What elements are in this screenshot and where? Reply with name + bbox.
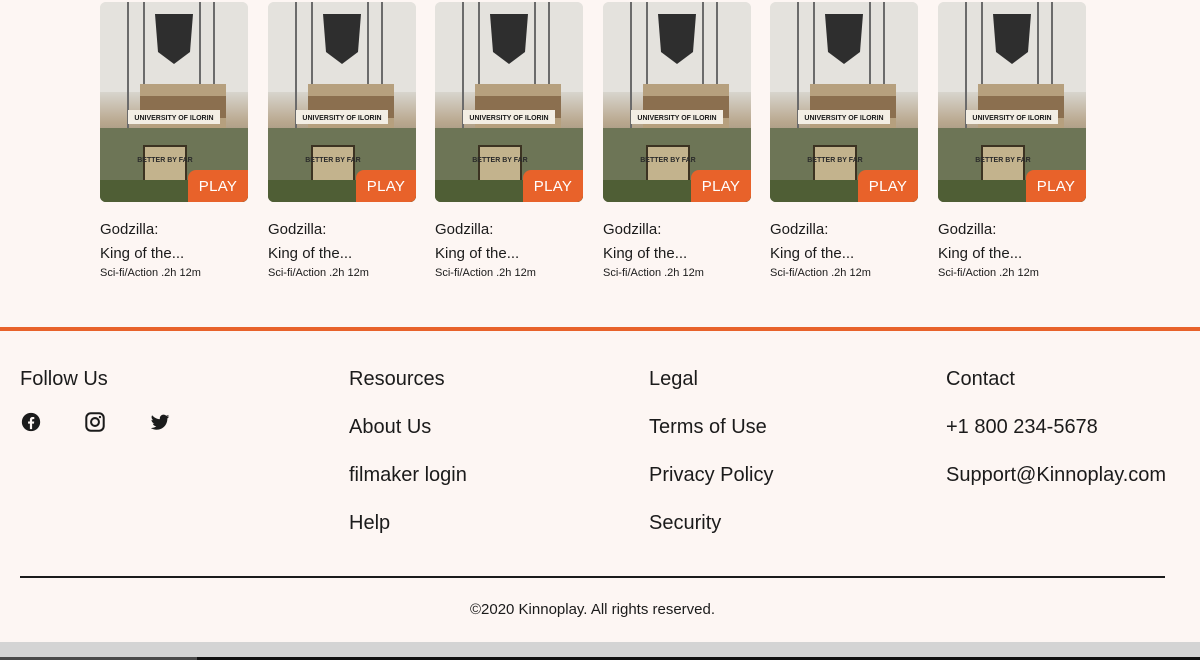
contact-heading: Contact [946,368,1015,390]
contact-column: Contact +1 800 234-5678 Support@Kinnopla… [946,367,1166,511]
resources-column: Resources About Us filmaker login Help [349,367,467,559]
movie-card[interactable]: UNIVERSITY OF ILORIN BETTER BY FAR PLAY … [603,2,751,279]
movie-title-line1: Godzilla: [268,221,327,238]
follow-us-heading: Follow Us [20,368,108,390]
movie-card[interactable]: UNIVERSITY OF ILORIN BETTER BY FAR PLAY … [770,2,918,279]
movie-card[interactable]: UNIVERSITY OF ILORIN BETTER BY FAR PLAY … [938,2,1086,279]
footer-bottom-divider [20,576,1165,578]
movie-title-line2: King of the... [770,245,855,262]
resources-heading: Resources [349,368,445,390]
movie-title-line2: King of the... [435,245,520,262]
movie-title[interactable]: Godzilla: King of the... [435,218,583,266]
svg-text:UNIVERSITY OF ILORIN: UNIVERSITY OF ILORIN [972,115,1051,122]
movie-title-line1: Godzilla: [938,221,997,238]
svg-text:BETTER BY FAR: BETTER BY FAR [472,157,528,164]
movie-poster[interactable]: UNIVERSITY OF ILORIN BETTER BY FAR PLAY [268,2,416,202]
play-button[interactable]: PLAY [523,170,583,202]
movie-title-line1: Godzilla: [100,221,159,238]
movie-meta: Sci-fi/Action .2h 12m [603,267,704,279]
instagram-icon[interactable] [84,411,106,433]
play-button[interactable]: PLAY [858,170,918,202]
movie-title-line2: King of the... [938,245,1023,262]
play-button[interactable]: PLAY [1026,170,1086,202]
email-link[interactable]: Support@Kinnoplay.com [946,463,1166,487]
movie-title-line1: Godzilla: [770,221,829,238]
movie-title-line1: Godzilla: [435,221,494,238]
movie-title-line2: King of the... [268,245,353,262]
movie-poster[interactable]: UNIVERSITY OF ILORIN BETTER BY FAR PLAY [603,2,751,202]
movie-row: UNIVERSITY OF ILORIN BETTER BY FAR PLAY … [0,0,1200,330]
facebook-icon[interactable] [20,411,42,433]
movie-title-line2: King of the... [100,245,185,262]
movie-title[interactable]: Godzilla: King of the... [268,218,416,266]
movie-meta: Sci-fi/Action .2h 12m [268,267,369,279]
footer-top-divider [0,327,1200,331]
movie-meta: Sci-fi/Action .2h 12m [938,267,1039,279]
play-button[interactable]: PLAY [356,170,416,202]
movie-meta: Sci-fi/Action .2h 12m [435,267,536,279]
help-link[interactable]: Help [349,511,467,535]
movie-card[interactable]: UNIVERSITY OF ILORIN BETTER BY FAR PLAY … [100,2,248,279]
movie-poster[interactable]: UNIVERSITY OF ILORIN BETTER BY FAR PLAY [938,2,1086,202]
svg-text:BETTER BY FAR: BETTER BY FAR [137,157,193,164]
legal-heading: Legal [649,368,698,390]
movie-title[interactable]: Godzilla: King of the... [938,218,1086,266]
phone-link[interactable]: +1 800 234-5678 [946,415,1166,439]
movie-card[interactable]: UNIVERSITY OF ILORIN BETTER BY FAR PLAY … [435,2,583,279]
movie-meta: Sci-fi/Action .2h 12m [770,267,871,279]
svg-text:BETTER BY FAR: BETTER BY FAR [807,157,863,164]
svg-text:UNIVERSITY OF ILORIN: UNIVERSITY OF ILORIN [134,115,213,122]
movie-card[interactable]: UNIVERSITY OF ILORIN BETTER BY FAR PLAY … [268,2,416,279]
about-us-link[interactable]: About Us [349,415,467,439]
terms-of-use-link[interactable]: Terms of Use [649,415,773,439]
follow-us-column: Follow Us [20,367,108,415]
svg-text:BETTER BY FAR: BETTER BY FAR [305,157,361,164]
movie-poster[interactable]: UNIVERSITY OF ILORIN BETTER BY FAR PLAY [770,2,918,202]
svg-text:UNIVERSITY OF ILORIN: UNIVERSITY OF ILORIN [804,115,883,122]
twitter-icon[interactable] [149,411,171,433]
privacy-policy-link[interactable]: Privacy Policy [649,463,773,487]
filmmaker-login-link[interactable]: filmaker login [349,463,467,487]
svg-text:UNIVERSITY OF ILORIN: UNIVERSITY OF ILORIN [637,115,716,122]
movie-title[interactable]: Godzilla: King of the... [770,218,918,266]
svg-text:UNIVERSITY OF ILORIN: UNIVERSITY OF ILORIN [469,115,548,122]
movie-title-line1: Godzilla: [603,221,662,238]
play-button[interactable]: PLAY [188,170,248,202]
svg-text:UNIVERSITY OF ILORIN: UNIVERSITY OF ILORIN [302,115,381,122]
movie-meta: Sci-fi/Action .2h 12m [100,267,201,279]
security-link[interactable]: Security [649,511,773,535]
movie-title[interactable]: Godzilla: King of the... [100,218,248,266]
play-button[interactable]: PLAY [691,170,751,202]
movie-poster[interactable]: UNIVERSITY OF ILORIN BETTER BY FAR PLAY [100,2,248,202]
movie-title-line2: King of the... [603,245,688,262]
svg-text:BETTER BY FAR: BETTER BY FAR [975,157,1031,164]
horizontal-scrollbar[interactable] [0,642,1200,660]
copyright-text: ©2020 Kinnoplay. All rights reserved. [469,601,716,618]
legal-column: Legal Terms of Use Privacy Policy Securi… [649,367,773,559]
svg-text:BETTER BY FAR: BETTER BY FAR [640,157,696,164]
movie-title[interactable]: Godzilla: King of the... [603,218,751,266]
movie-poster[interactable]: UNIVERSITY OF ILORIN BETTER BY FAR PLAY [435,2,583,202]
